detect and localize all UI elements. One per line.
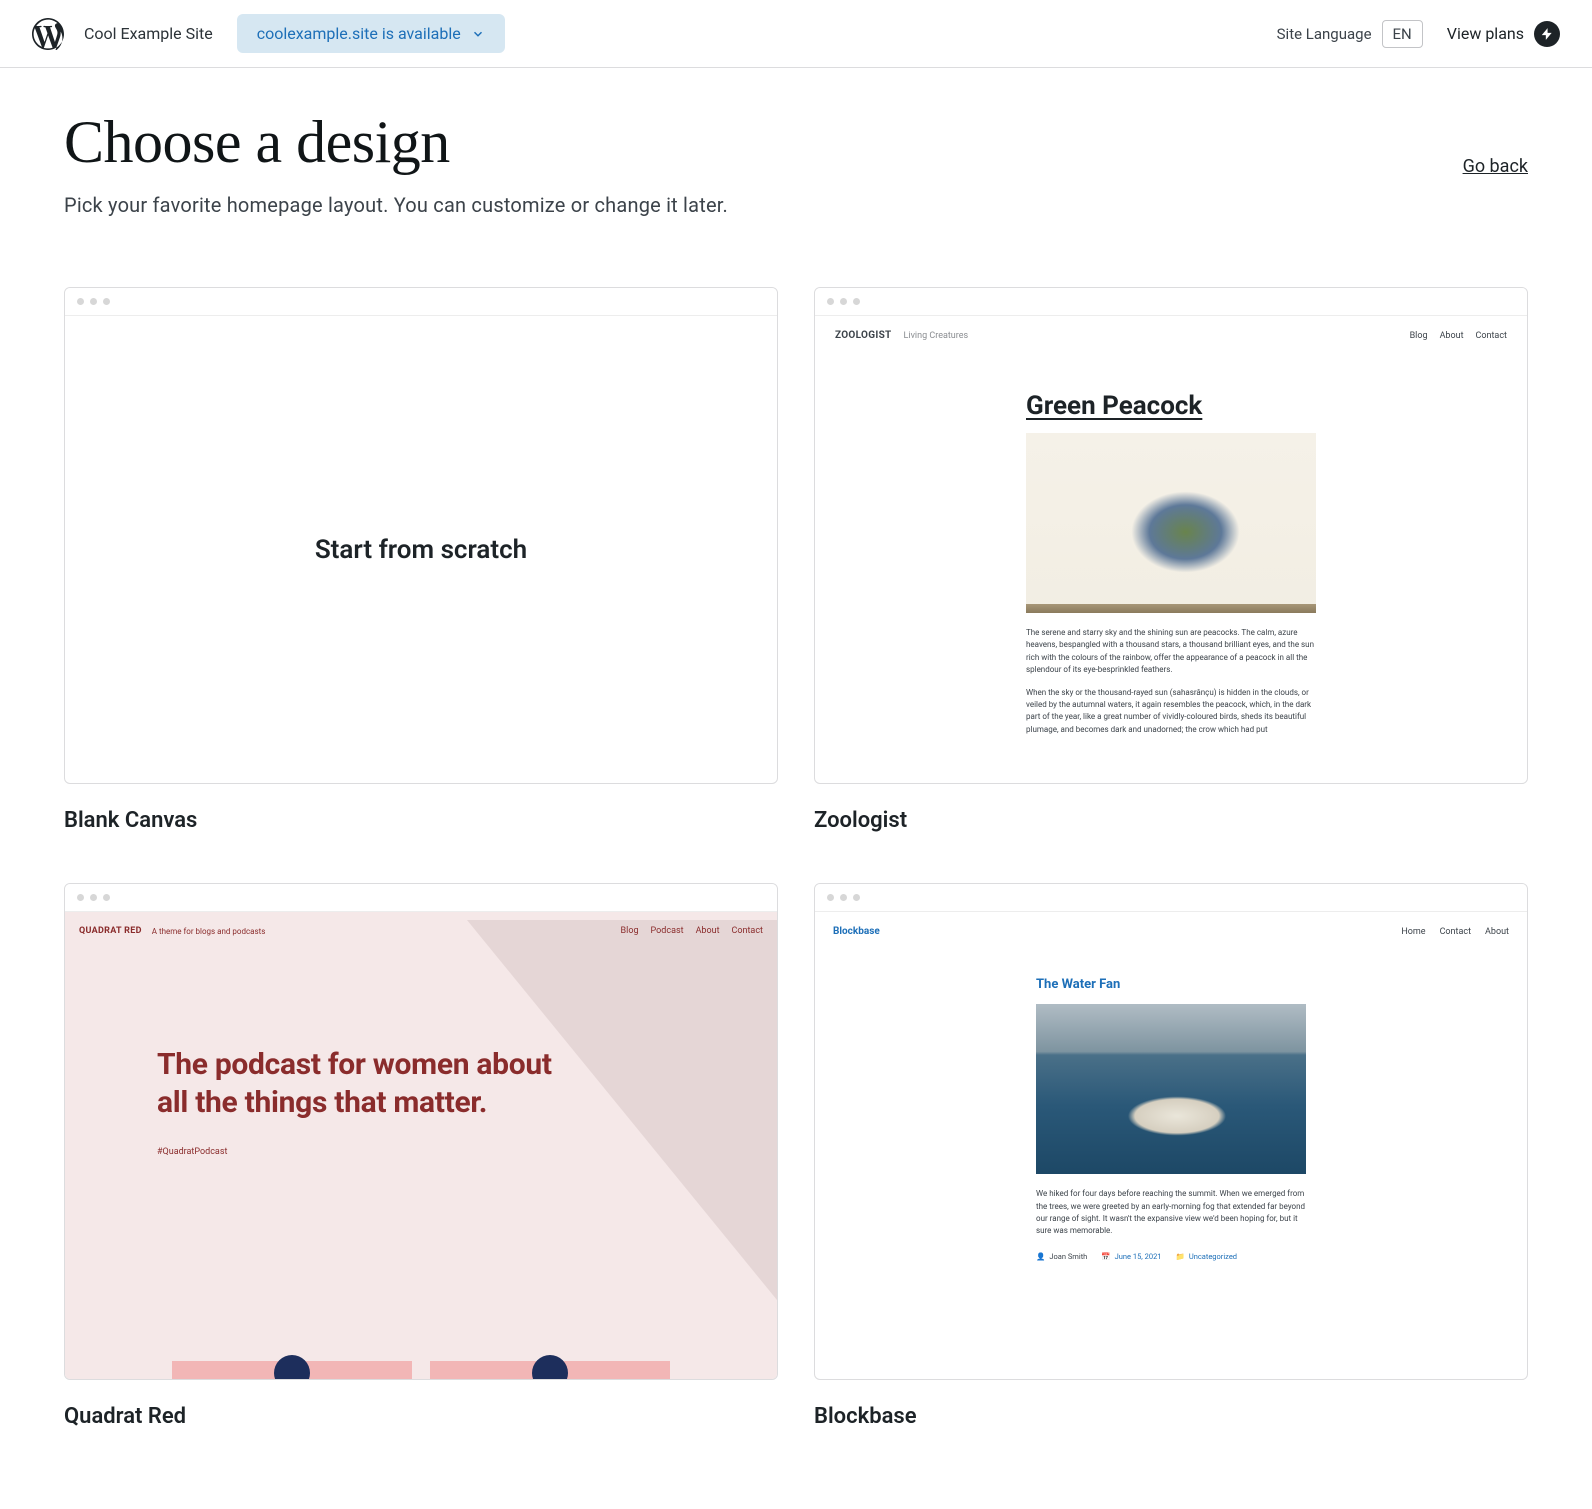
bb-author: Joan Smith [1049, 1252, 1087, 1261]
wordpress-logo-icon[interactable] [32, 18, 64, 50]
zoo-brand: ZOOLOGIST [835, 330, 892, 341]
qr-nav-item: About [696, 926, 720, 936]
qr-nav-item: Blog [621, 926, 639, 936]
bb-post-title: The Water Fan [1036, 977, 1306, 992]
page-subtitle: Pick your favorite homepage layout. You … [64, 193, 1528, 217]
browser-dots-icon [65, 884, 777, 912]
bb-date: June 15, 2021 [1115, 1252, 1162, 1261]
theme-name: Zoologist [814, 808, 1528, 833]
peacock-image [1026, 433, 1316, 613]
language-code: EN [1382, 20, 1423, 48]
qr-nav-item: Contact [732, 926, 763, 936]
zoo-paragraph: When the sky or the thousand-rayed sun (… [1026, 687, 1316, 737]
lightning-icon [1534, 21, 1560, 47]
domain-availability-text: coolexample.site is available [257, 24, 461, 43]
blank-canvas-label: Start from scratch [65, 316, 777, 783]
qr-hashtag: #QuadratPodcast [157, 1147, 763, 1157]
bb-category: Uncategorized [1189, 1252, 1237, 1261]
zoo-tagline: Living Creatures [904, 331, 969, 341]
bb-paragraph: We hiked for four days before reaching t… [1036, 1188, 1306, 1238]
browser-dots-icon [815, 288, 1527, 316]
theme-card-zoologist[interactable]: ZOOLOGIST Living Creatures Blog About Co… [814, 287, 1528, 833]
theme-name: Blank Canvas [64, 808, 778, 833]
domain-availability-button[interactable]: coolexample.site is available [237, 14, 505, 53]
page-title: Choose a design [64, 108, 450, 177]
site-name: Cool Example Site [84, 24, 213, 43]
zoo-paragraph: The serene and starry sky and the shinin… [1026, 627, 1316, 677]
view-plans-label: View plans [1447, 24, 1524, 43]
theme-name: Quadrat Red [64, 1404, 778, 1429]
qr-brand: QUADRAT RED [79, 926, 142, 936]
folder-icon: 📁 [1176, 1252, 1185, 1261]
go-back-link[interactable]: Go back [1463, 156, 1528, 177]
qr-hero-text: The podcast for women about all the thin… [157, 1046, 557, 1121]
bb-brand: Blockbase [833, 926, 880, 937]
bb-nav-item: Contact [1440, 927, 1471, 937]
site-language-label: Site Language [1277, 25, 1372, 43]
theme-name: Blockbase [814, 1404, 1528, 1429]
theme-card-blank-canvas[interactable]: Start from scratch Blank Canvas [64, 287, 778, 833]
zoo-nav-item: Blog [1410, 331, 1428, 341]
bb-nav-item: About [1485, 927, 1509, 937]
zoo-nav-item: About [1440, 331, 1464, 341]
zoo-nav-item: Contact [1476, 331, 1507, 341]
site-language-selector[interactable]: Site Language EN [1277, 20, 1423, 48]
zoo-post-title: Green Peacock [1026, 391, 1316, 421]
chevron-down-icon [471, 27, 485, 41]
qr-tagline: A theme for blogs and podcasts [152, 927, 266, 936]
theme-card-blockbase[interactable]: Blockbase Home Contact About The Water F… [814, 883, 1528, 1429]
water-fan-image [1036, 1004, 1306, 1174]
qr-nav-item: Podcast [651, 926, 684, 936]
bb-nav-item: Home [1401, 927, 1425, 937]
theme-card-quadrat-red[interactable]: QUADRAT RED A theme for blogs and podcas… [64, 883, 778, 1429]
view-plans-link[interactable]: View plans [1447, 21, 1560, 47]
browser-dots-icon [815, 884, 1527, 912]
person-icon: 👤 [1036, 1252, 1045, 1261]
qr-tiles [65, 1361, 777, 1379]
calendar-icon: 📅 [1101, 1252, 1110, 1261]
browser-dots-icon [65, 288, 777, 316]
